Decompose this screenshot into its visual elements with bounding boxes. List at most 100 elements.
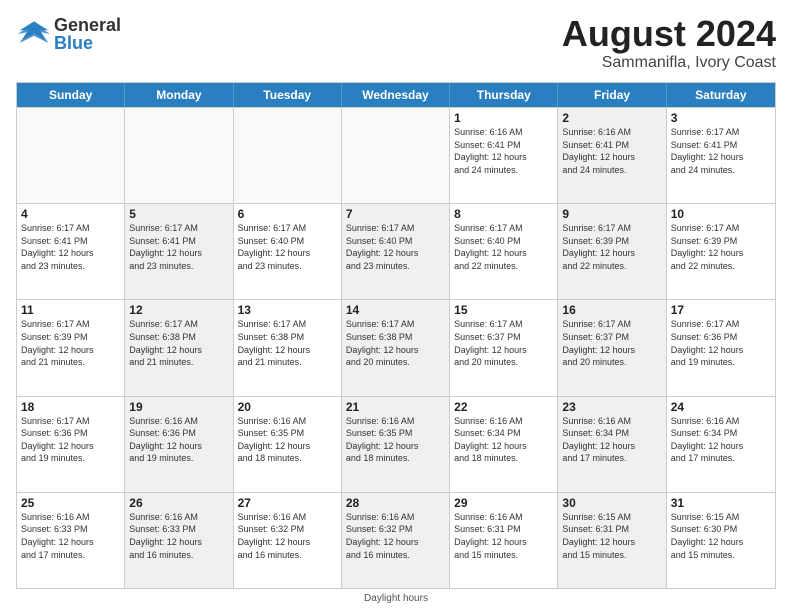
day-number: 13	[238, 303, 337, 317]
day-number: 28	[346, 496, 445, 510]
day-number: 10	[671, 207, 771, 221]
day-number: 24	[671, 400, 771, 414]
day-number: 18	[21, 400, 120, 414]
day-cell-9: 9Sunrise: 6:17 AM Sunset: 6:39 PM Daylig…	[558, 204, 666, 299]
day-info: Sunrise: 6:16 AM Sunset: 6:41 PM Dayligh…	[454, 126, 553, 176]
day-number: 23	[562, 400, 661, 414]
day-of-week-thursday: Thursday	[450, 83, 558, 107]
day-cell-7: 7Sunrise: 6:17 AM Sunset: 6:40 PM Daylig…	[342, 204, 450, 299]
logo-general-text: General	[54, 16, 121, 34]
day-number: 17	[671, 303, 771, 317]
day-number: 11	[21, 303, 120, 317]
logo-blue-text: Blue	[54, 34, 121, 52]
day-cell-22: 22Sunrise: 6:16 AM Sunset: 6:34 PM Dayli…	[450, 397, 558, 492]
day-info: Sunrise: 6:17 AM Sunset: 6:36 PM Dayligh…	[21, 415, 120, 465]
day-number: 20	[238, 400, 337, 414]
day-number: 30	[562, 496, 661, 510]
day-info: Sunrise: 6:17 AM Sunset: 6:37 PM Dayligh…	[562, 318, 661, 368]
day-of-week-wednesday: Wednesday	[342, 83, 450, 107]
day-number: 6	[238, 207, 337, 221]
day-number: 21	[346, 400, 445, 414]
calendar-row-3: 11Sunrise: 6:17 AM Sunset: 6:39 PM Dayli…	[17, 299, 775, 395]
day-cell-14: 14Sunrise: 6:17 AM Sunset: 6:38 PM Dayli…	[342, 300, 450, 395]
calendar: SundayMondayTuesdayWednesdayThursdayFrid…	[16, 82, 776, 589]
day-cell-23: 23Sunrise: 6:16 AM Sunset: 6:34 PM Dayli…	[558, 397, 666, 492]
day-cell-5: 5Sunrise: 6:17 AM Sunset: 6:41 PM Daylig…	[125, 204, 233, 299]
day-info: Sunrise: 6:17 AM Sunset: 6:40 PM Dayligh…	[454, 222, 553, 272]
day-cell-10: 10Sunrise: 6:17 AM Sunset: 6:39 PM Dayli…	[667, 204, 775, 299]
logo-words: General Blue	[54, 16, 121, 52]
day-of-week-tuesday: Tuesday	[234, 83, 342, 107]
calendar-subtitle: Sammanifla, Ivory Coast	[562, 54, 776, 72]
day-cell-28: 28Sunrise: 6:16 AM Sunset: 6:32 PM Dayli…	[342, 493, 450, 588]
day-cell-31: 31Sunrise: 6:15 AM Sunset: 6:30 PM Dayli…	[667, 493, 775, 588]
day-info: Sunrise: 6:17 AM Sunset: 6:40 PM Dayligh…	[346, 222, 445, 272]
day-number: 5	[129, 207, 228, 221]
day-cell-4: 4Sunrise: 6:17 AM Sunset: 6:41 PM Daylig…	[17, 204, 125, 299]
day-number: 22	[454, 400, 553, 414]
day-cell-26: 26Sunrise: 6:16 AM Sunset: 6:33 PM Dayli…	[125, 493, 233, 588]
day-cell-19: 19Sunrise: 6:16 AM Sunset: 6:36 PM Dayli…	[125, 397, 233, 492]
calendar-row-1: 1Sunrise: 6:16 AM Sunset: 6:41 PM Daylig…	[17, 107, 775, 203]
logo-icon	[16, 16, 52, 52]
day-info: Sunrise: 6:16 AM Sunset: 6:35 PM Dayligh…	[346, 415, 445, 465]
day-number: 31	[671, 496, 771, 510]
header: General Blue August 2024 Sammanifla, Ivo…	[16, 16, 776, 72]
day-cell-11: 11Sunrise: 6:17 AM Sunset: 6:39 PM Dayli…	[17, 300, 125, 395]
day-cell-2: 2Sunrise: 6:16 AM Sunset: 6:41 PM Daylig…	[558, 108, 666, 203]
day-cell-18: 18Sunrise: 6:17 AM Sunset: 6:36 PM Dayli…	[17, 397, 125, 492]
day-info: Sunrise: 6:17 AM Sunset: 6:38 PM Dayligh…	[346, 318, 445, 368]
day-info: Sunrise: 6:17 AM Sunset: 6:41 PM Dayligh…	[21, 222, 120, 272]
day-info: Sunrise: 6:16 AM Sunset: 6:34 PM Dayligh…	[671, 415, 771, 465]
day-info: Sunrise: 6:17 AM Sunset: 6:39 PM Dayligh…	[671, 222, 771, 272]
day-of-week-sunday: Sunday	[17, 83, 125, 107]
day-cell-29: 29Sunrise: 6:16 AM Sunset: 6:31 PM Dayli…	[450, 493, 558, 588]
day-number: 26	[129, 496, 228, 510]
daylight-label: Daylight hours	[364, 593, 428, 604]
day-info: Sunrise: 6:16 AM Sunset: 6:35 PM Dayligh…	[238, 415, 337, 465]
day-of-week-saturday: Saturday	[667, 83, 775, 107]
day-info: Sunrise: 6:16 AM Sunset: 6:31 PM Dayligh…	[454, 511, 553, 561]
day-cell-16: 16Sunrise: 6:17 AM Sunset: 6:37 PM Dayli…	[558, 300, 666, 395]
day-info: Sunrise: 6:16 AM Sunset: 6:32 PM Dayligh…	[346, 511, 445, 561]
logo: General Blue	[16, 16, 121, 52]
title-block: August 2024 Sammanifla, Ivory Coast	[562, 16, 776, 72]
day-info: Sunrise: 6:16 AM Sunset: 6:41 PM Dayligh…	[562, 126, 661, 176]
empty-cell-0-2	[234, 108, 342, 203]
footer-note: Daylight hours	[16, 593, 776, 604]
day-info: Sunrise: 6:17 AM Sunset: 6:38 PM Dayligh…	[238, 318, 337, 368]
day-cell-20: 20Sunrise: 6:16 AM Sunset: 6:35 PM Dayli…	[234, 397, 342, 492]
day-number: 4	[21, 207, 120, 221]
day-cell-8: 8Sunrise: 6:17 AM Sunset: 6:40 PM Daylig…	[450, 204, 558, 299]
day-info: Sunrise: 6:17 AM Sunset: 6:41 PM Dayligh…	[671, 126, 771, 176]
day-cell-1: 1Sunrise: 6:16 AM Sunset: 6:41 PM Daylig…	[450, 108, 558, 203]
day-info: Sunrise: 6:17 AM Sunset: 6:37 PM Dayligh…	[454, 318, 553, 368]
day-number: 12	[129, 303, 228, 317]
day-cell-25: 25Sunrise: 6:16 AM Sunset: 6:33 PM Dayli…	[17, 493, 125, 588]
day-cell-13: 13Sunrise: 6:17 AM Sunset: 6:38 PM Dayli…	[234, 300, 342, 395]
calendar-row-2: 4Sunrise: 6:17 AM Sunset: 6:41 PM Daylig…	[17, 203, 775, 299]
day-number: 25	[21, 496, 120, 510]
day-number: 27	[238, 496, 337, 510]
day-number: 3	[671, 111, 771, 125]
day-number: 7	[346, 207, 445, 221]
day-number: 19	[129, 400, 228, 414]
day-number: 8	[454, 207, 553, 221]
day-cell-27: 27Sunrise: 6:16 AM Sunset: 6:32 PM Dayli…	[234, 493, 342, 588]
day-number: 1	[454, 111, 553, 125]
calendar-title: August 2024	[562, 16, 776, 52]
day-of-week-friday: Friday	[558, 83, 666, 107]
day-cell-21: 21Sunrise: 6:16 AM Sunset: 6:35 PM Dayli…	[342, 397, 450, 492]
page: General Blue August 2024 Sammanifla, Ivo…	[0, 0, 792, 612]
day-info: Sunrise: 6:17 AM Sunset: 6:39 PM Dayligh…	[21, 318, 120, 368]
day-number: 2	[562, 111, 661, 125]
day-info: Sunrise: 6:16 AM Sunset: 6:32 PM Dayligh…	[238, 511, 337, 561]
day-info: Sunrise: 6:17 AM Sunset: 6:39 PM Dayligh…	[562, 222, 661, 272]
calendar-row-4: 18Sunrise: 6:17 AM Sunset: 6:36 PM Dayli…	[17, 396, 775, 492]
calendar-row-5: 25Sunrise: 6:16 AM Sunset: 6:33 PM Dayli…	[17, 492, 775, 588]
day-cell-30: 30Sunrise: 6:15 AM Sunset: 6:31 PM Dayli…	[558, 493, 666, 588]
empty-cell-0-1	[125, 108, 233, 203]
day-number: 9	[562, 207, 661, 221]
day-cell-12: 12Sunrise: 6:17 AM Sunset: 6:38 PM Dayli…	[125, 300, 233, 395]
day-cell-17: 17Sunrise: 6:17 AM Sunset: 6:36 PM Dayli…	[667, 300, 775, 395]
